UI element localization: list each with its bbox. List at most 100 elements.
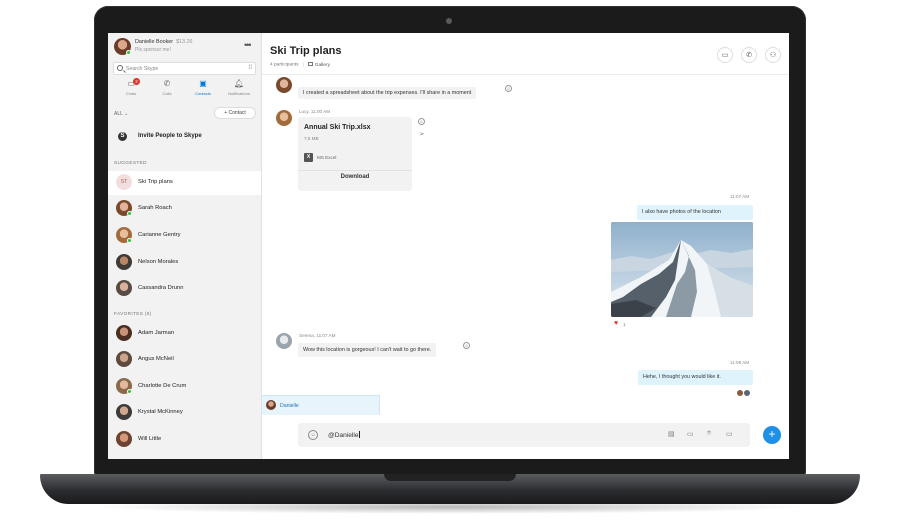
video-message-icon[interactable]: ▭ <box>726 430 733 438</box>
shared-photo-mountain[interactable] <box>611 222 753 317</box>
emoji-picker-icon[interactable]: ☺ <box>308 430 318 440</box>
reaction-count: 1 <box>623 322 626 327</box>
mention-suggestion-danielle[interactable]: Danielle <box>262 395 380 415</box>
contact-name: Krystal McKinney <box>138 409 183 415</box>
laptop-hinge <box>384 474 516 481</box>
message-bubble-mine[interactable]: Hehe, I thought you would like it. <box>638 370 753 385</box>
file-size: 7,6 MB <box>304 136 319 141</box>
header-divider <box>262 74 789 75</box>
send-money-icon[interactable]: ▭ <box>687 430 694 438</box>
contact-item-angus-mcneil[interactable]: Angus McNeil <box>108 348 261 372</box>
message-compose-box[interactable]: ☺ @Danielle ▤ ▭ ⌾ ▭ <box>298 423 750 447</box>
file-type: MS Excel <box>317 155 337 160</box>
search-input[interactable]: Search Skype <box>126 66 158 72</box>
gallery-icon <box>307 62 313 66</box>
message-sender-time: Lucy, 11:00 AM <box>299 109 330 114</box>
tab-calls[interactable]: ✆ Calls <box>149 79 185 101</box>
contacts-filter-dropdown[interactable]: ALL ⌄ <box>114 111 128 117</box>
avatar <box>116 325 132 341</box>
message-bubble-mine[interactable]: I also have photos of the location <box>637 205 753 220</box>
add-reaction-icon[interactable]: ☺ <box>463 342 470 349</box>
avatar <box>276 77 292 93</box>
presence-online-icon <box>126 50 131 55</box>
contact-name: Will Little <box>138 436 162 442</box>
skype-window: Danielle Booker $13.26 Pls sponsor me! ••… <box>108 33 789 459</box>
dialpad-icon[interactable]: ⁞⁞ <box>249 65 252 71</box>
contacts-book-icon: ▣ <box>199 79 207 88</box>
mention-name: Danielle <box>280 403 299 409</box>
tab-notifications[interactable]: 🔔︎ Notifications <box>221 79 257 101</box>
gallery-link[interactable]: Gallery <box>307 62 330 68</box>
audio-call-button[interactable]: ✆ <box>741 47 757 63</box>
skype-logo-icon: S <box>118 132 127 141</box>
location-icon[interactable]: ⌾ <box>707 430 711 438</box>
message-input[interactable]: @Danielle <box>328 431 361 439</box>
profile-mood-status: Pls sponsor me! <box>135 47 171 53</box>
contact-item-adam-jarman[interactable]: Adam Jarman <box>108 322 261 346</box>
laptop-device: Danielle Booker $13.26 Pls sponsor me! ••… <box>0 0 900 523</box>
presence-online-icon <box>127 238 132 243</box>
search-icon <box>117 65 123 71</box>
conversation-title: Ski Trip plans <box>270 45 342 57</box>
video-camera-icon: ▭ <box>721 52 729 59</box>
message-bubble[interactable]: Wow this location is gorgeous! I can't w… <box>298 343 437 357</box>
skype-credit: $13.26 <box>176 39 193 45</box>
invite-label: Invite People to Skype <box>138 133 202 139</box>
phone-icon: ✆ <box>746 52 752 59</box>
contact-item-cassandra-drunn[interactable]: Cassandra Drunn <box>108 277 261 301</box>
contact-item-charlotte-de-crum[interactable]: Charlotte De Crum <box>108 375 261 399</box>
contact-item-krystal-mckinney[interactable]: Krystal McKinney <box>108 401 261 425</box>
avatar <box>116 280 132 296</box>
download-button[interactable]: Download <box>298 174 412 180</box>
message-time: 11:07 AM <box>730 194 750 199</box>
tab-contacts-label: Contacts <box>195 91 211 96</box>
contact-item-ski-trip-plans[interactable]: ST Ski Trip plans <box>108 171 261 195</box>
favorites-heading: FAVORITES (5) <box>114 312 152 317</box>
phone-icon: ✆ <box>163 79 171 88</box>
read-receipt-avatar <box>744 390 750 396</box>
webcam <box>446 18 452 24</box>
message-sender-time: Serena, 11:07 AM <box>299 333 336 338</box>
contact-name: Charlotte De Crum <box>138 383 187 389</box>
contact-name: Nelson Morales <box>138 259 179 265</box>
contact-item-carianne-gentry[interactable]: Carianne Gentry <box>108 224 261 248</box>
more-options-icon[interactable]: ••• <box>244 40 252 50</box>
mountain-image <box>611 222 753 317</box>
profile-area[interactable]: Danielle Booker $13.26 Pls sponsor me! ••… <box>114 38 256 58</box>
contact-name: Cassandra Drunn <box>138 285 184 291</box>
add-content-button[interactable]: + <box>763 426 781 444</box>
invite-people-item[interactable]: S Invite People to Skype <box>114 129 258 145</box>
contact-name: Adam Jarman <box>138 330 175 336</box>
media-gallery-icon[interactable]: ▤ <box>668 430 675 438</box>
search-box[interactable]: Search Skype ⁞⁞ <box>113 62 256 75</box>
add-contact-button[interactable]: + Contact <box>214 107 256 119</box>
add-reaction-icon[interactable]: ☺ <box>418 118 425 125</box>
message-bubble[interactable]: I created a spreadsheet about the trip e… <box>298 87 477 99</box>
contact-name: Angus McNeil <box>138 356 174 362</box>
message-time: 11:08 AM <box>730 360 750 365</box>
divider <box>298 170 412 171</box>
unread-badge: 2 <box>133 78 140 85</box>
avatar <box>116 254 132 270</box>
chat-bubble-icon: ▭ <box>127 79 135 88</box>
participants-count[interactable]: 4 participants <box>270 63 299 68</box>
video-call-button[interactable]: ▭ <box>717 47 733 63</box>
bell-icon: 🔔︎ <box>233 79 245 88</box>
add-reaction-icon[interactable]: ☺ <box>505 85 512 92</box>
main-nav-tabs: ▭ 2 Chats ✆ Calls ▣ Contacts 🔔︎ Notifica… <box>113 78 257 101</box>
tab-contacts[interactable]: ▣ Contacts <box>185 79 221 101</box>
read-receipt-avatar <box>737 390 743 396</box>
avatar <box>116 431 132 447</box>
forward-icon[interactable]: ➢ <box>419 130 425 138</box>
contact-item-will-little[interactable]: Will Little <box>108 428 261 452</box>
conversation-meta: 4 participants | Gallery <box>270 62 330 68</box>
heart-reaction-icon[interactable]: ♥ <box>614 320 618 327</box>
file-attachment-card[interactable]: Annual Ski Trip.xlsx 7,6 MB X MS Excel D… <box>298 117 412 191</box>
suggested-heading: SUGGESTED <box>114 161 147 166</box>
contact-item-nelson-morales[interactable]: Nelson Morales <box>108 251 261 275</box>
contact-item-sarah-roach[interactable]: Sarah Roach <box>108 197 261 221</box>
presence-online-icon <box>127 211 132 216</box>
tab-chats[interactable]: ▭ 2 Chats <box>113 78 149 101</box>
add-participant-button[interactable]: ⚇ <box>765 47 781 63</box>
excel-file-icon: X <box>304 153 313 162</box>
